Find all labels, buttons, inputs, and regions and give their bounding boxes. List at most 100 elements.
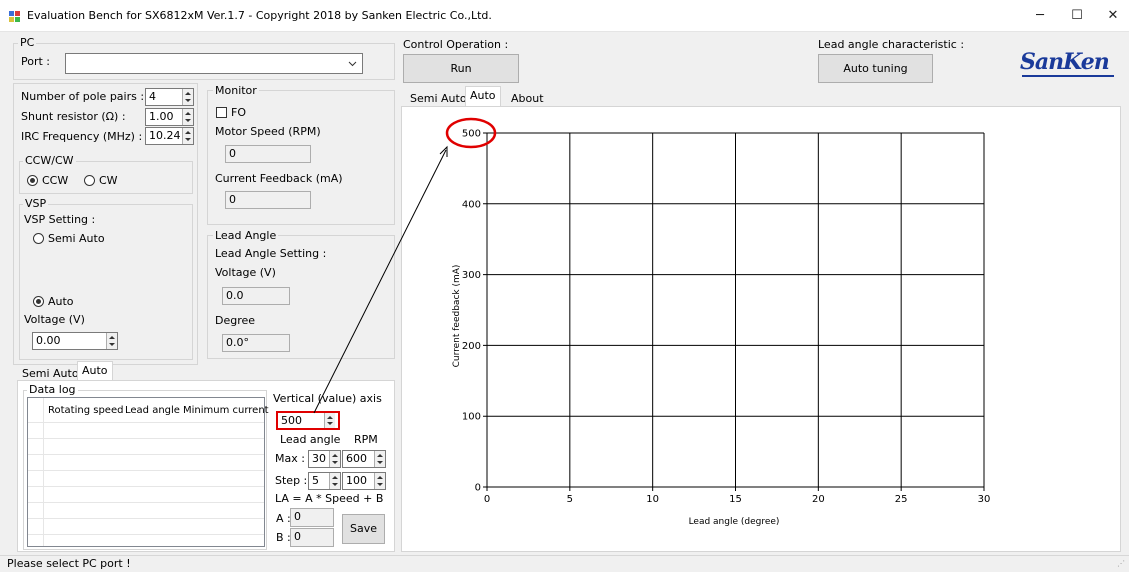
tab-bottom-auto[interactable]: Auto bbox=[77, 361, 113, 381]
b-value: 0 bbox=[294, 530, 301, 543]
step-la-value: 5 bbox=[312, 474, 319, 487]
spin-icon[interactable] bbox=[329, 473, 340, 489]
spin-icon[interactable] bbox=[329, 451, 340, 467]
tab-auto[interactable]: Auto bbox=[465, 86, 501, 107]
degree-field: 0.0° bbox=[222, 334, 290, 352]
max-rpm-input[interactable]: 600 bbox=[342, 450, 386, 468]
vsp-voltage-input[interactable]: 0.00 bbox=[32, 332, 118, 350]
rpm-header: RPM bbox=[354, 433, 378, 446]
vaxis-input[interactable]: 500 bbox=[276, 411, 340, 430]
x-tick-label: 20 bbox=[812, 494, 825, 505]
formula-label: LA = A * Speed + B bbox=[275, 492, 384, 505]
vsp-auto-label[interactable]: Auto bbox=[48, 295, 74, 309]
sanken-logo: SanKen bbox=[1020, 50, 1120, 80]
title-bar: Evaluation Bench for SX6812xM Ver.1.7 - … bbox=[0, 0, 1129, 32]
speed-label: Motor Speed (RPM) bbox=[215, 125, 321, 138]
a-field: 0 bbox=[290, 508, 334, 527]
max-la-input[interactable]: 30 bbox=[308, 450, 341, 468]
lead-char-label: Lead angle characteristic : bbox=[818, 38, 965, 51]
lead-angle-group-label: Lead Angle bbox=[213, 229, 279, 242]
vsp-voltage-label: Voltage (V) bbox=[24, 313, 85, 326]
lead-angle-chart: Current feedback (mA) Lead angle (degree… bbox=[452, 129, 991, 528]
la-voltage-label: Voltage (V) bbox=[215, 266, 276, 279]
port-select[interactable] bbox=[65, 53, 363, 74]
current-value: 0 bbox=[229, 193, 236, 206]
a-label: A : bbox=[276, 512, 291, 525]
pc-group-label: PC bbox=[18, 36, 37, 49]
b-label: B : bbox=[276, 531, 291, 544]
x-tick-label: 0 bbox=[484, 494, 490, 505]
y-tick-label: 500 bbox=[462, 129, 481, 140]
fo-label: FO bbox=[231, 106, 246, 119]
speed-field: 0 bbox=[225, 145, 311, 163]
max-label: Max : bbox=[275, 452, 305, 465]
close-button[interactable]: ✕ bbox=[1093, 0, 1129, 32]
y-tick-label: 300 bbox=[462, 270, 481, 281]
datalog-group-label: Data log bbox=[27, 383, 78, 396]
la-voltage-field: 0.0 bbox=[222, 287, 290, 305]
datalog-table[interactable]: Rotating speed Lead angle Minimum curren… bbox=[27, 397, 269, 547]
y-tick-label: 100 bbox=[462, 412, 481, 423]
vsp-group-label: VSP bbox=[23, 197, 49, 210]
x-tick-label: 5 bbox=[567, 494, 573, 505]
max-la-value: 30 bbox=[312, 452, 326, 465]
col-lead-angle[interactable]: Lead angle bbox=[125, 405, 180, 416]
cw-radio[interactable] bbox=[84, 175, 95, 186]
step-la-input[interactable]: 5 bbox=[308, 472, 341, 490]
x-axis-label: Lead angle (degree) bbox=[689, 517, 780, 527]
y-tick-label: 400 bbox=[462, 199, 481, 210]
step-label: Step : bbox=[275, 474, 308, 487]
current-field: 0 bbox=[225, 191, 311, 209]
degree-value: 0.0° bbox=[226, 336, 249, 349]
spin-icon[interactable] bbox=[374, 473, 385, 489]
vaxis-value: 500 bbox=[281, 414, 302, 427]
spin-icon[interactable] bbox=[106, 333, 117, 349]
resize-grip-icon[interactable]: ⋰ bbox=[1117, 559, 1125, 568]
b-field: 0 bbox=[290, 528, 334, 547]
y-tick-label: 200 bbox=[462, 341, 481, 352]
current-label: Current Feedback (mA) bbox=[215, 172, 343, 185]
vsp-voltage-value: 0.00 bbox=[36, 334, 61, 347]
minimize-button[interactable]: ─ bbox=[1020, 0, 1060, 32]
direction-group-label: CCW/CW bbox=[23, 154, 76, 167]
fo-checkbox[interactable] bbox=[216, 107, 227, 118]
y-axis-label: Current feedback (mA) bbox=[452, 265, 462, 368]
x-tick-label: 15 bbox=[729, 494, 742, 505]
vsp-semi-auto-label[interactable]: Semi Auto bbox=[48, 232, 105, 246]
step-rpm-input[interactable]: 100 bbox=[342, 472, 386, 490]
status-bar: Please select PC port ! ⋰ bbox=[0, 555, 1129, 572]
lead-angle-header: Lead angle bbox=[280, 433, 341, 446]
monitor-group-label: Monitor bbox=[213, 84, 259, 97]
datalog-grid bbox=[28, 398, 264, 546]
chevron-down-icon bbox=[348, 61, 357, 67]
la-voltage-value: 0.0 bbox=[226, 289, 244, 302]
vaxis-label: Vertical (value) axis bbox=[273, 392, 382, 405]
port-label: Port : bbox=[21, 55, 51, 68]
spin-icon[interactable] bbox=[324, 413, 335, 428]
logo-underline bbox=[1022, 75, 1114, 77]
auto-tuning-button[interactable]: Auto tuning bbox=[818, 54, 933, 83]
vsp-auto-radio[interactable] bbox=[33, 296, 44, 307]
lead-angle-setting-label: Lead Angle Setting : bbox=[215, 247, 327, 260]
vsp-semi-auto-radio[interactable] bbox=[33, 233, 44, 244]
a-value: 0 bbox=[294, 510, 301, 523]
ccw-label[interactable]: CCW bbox=[42, 174, 68, 188]
x-tick-label: 30 bbox=[978, 494, 991, 505]
cw-label[interactable]: CW bbox=[99, 174, 118, 188]
col-rotating-speed[interactable]: Rotating speed bbox=[48, 405, 123, 416]
x-tick-label: 25 bbox=[895, 494, 908, 505]
logo-text: SanKen bbox=[1020, 49, 1110, 75]
control-label: Control Operation : bbox=[403, 38, 509, 51]
max-rpm-value: 600 bbox=[346, 452, 367, 465]
save-button[interactable]: Save bbox=[342, 514, 385, 544]
col-minimum-current[interactable]: Minimum current bbox=[183, 405, 269, 416]
window-title: Evaluation Bench for SX6812xM Ver.1.7 - … bbox=[27, 9, 492, 22]
spin-icon[interactable] bbox=[374, 451, 385, 467]
x-tick-label: 10 bbox=[646, 494, 659, 505]
app-icon bbox=[9, 11, 20, 22]
run-button[interactable]: Run bbox=[403, 54, 519, 83]
step-rpm-value: 100 bbox=[346, 474, 367, 487]
vsp-setting-label: VSP Setting : bbox=[24, 213, 96, 226]
ccw-radio[interactable] bbox=[27, 175, 38, 186]
maximize-button[interactable]: ☐ bbox=[1057, 0, 1097, 32]
